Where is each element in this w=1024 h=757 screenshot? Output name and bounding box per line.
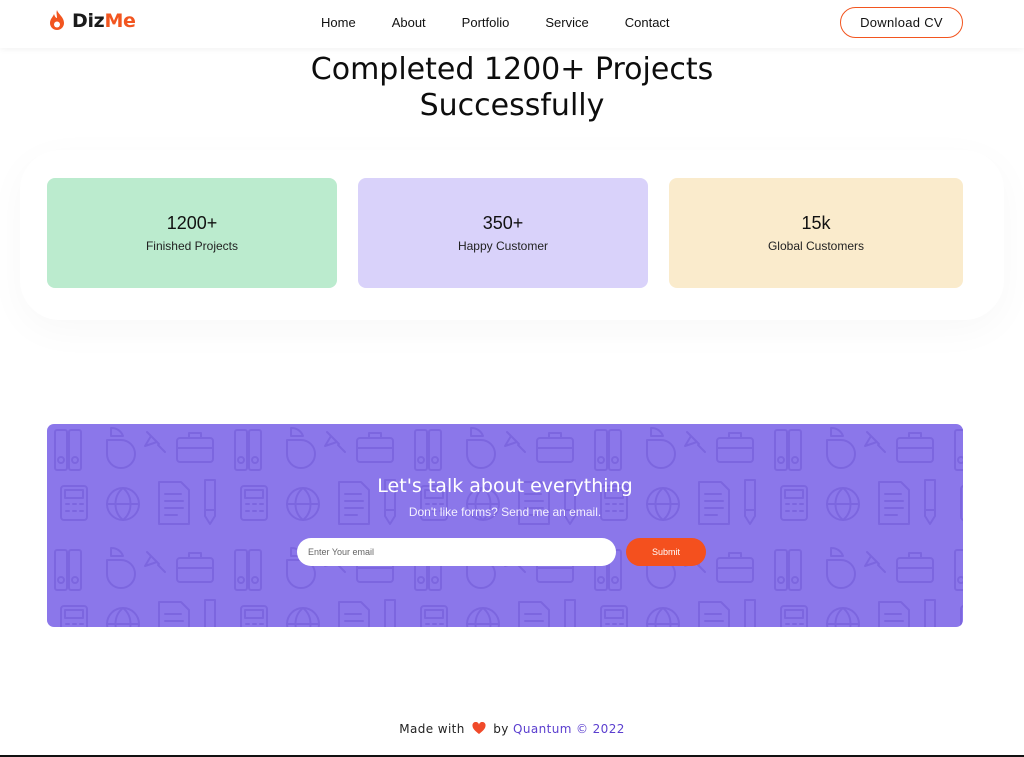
- stat-card-finished-projects: 1200+ Finished Projects: [47, 178, 337, 288]
- stat-label: Finished Projects: [145, 239, 239, 253]
- page-title-line-2: Successfully: [419, 88, 605, 123]
- footer-made-with: Made with: [399, 722, 465, 736]
- site-header: DizMe Home About Portfolio Service Conta…: [0, 0, 1024, 48]
- stat-label: Global Customers: [767, 239, 865, 253]
- nav-service[interactable]: Service: [545, 15, 588, 30]
- footer-brand-link[interactable]: Quantum: [513, 722, 572, 736]
- nav-portfolio[interactable]: Portfolio: [462, 15, 510, 30]
- nav-about[interactable]: About: [392, 15, 426, 30]
- main-nav: Home About Portfolio Service Contact: [321, 15, 670, 30]
- page-title-line-1: Completed 1200+ Projects: [310, 52, 714, 87]
- logo-text-accent: Me: [104, 10, 136, 32]
- stat-label: Happy Customer: [457, 239, 549, 253]
- stat-card-happy-customer: 350+ Happy Customer: [358, 178, 648, 288]
- contact-title: Let's talk about everything: [377, 475, 633, 497]
- stat-value: 1200+: [166, 213, 218, 233]
- doodle-pattern-background: [47, 424, 963, 627]
- nav-home[interactable]: Home: [321, 15, 356, 30]
- footer-copyright: © 2022: [576, 722, 625, 736]
- logo-text-dark: Diz: [72, 10, 105, 32]
- submit-button[interactable]: Submit: [626, 538, 706, 566]
- contact-subtitle: Don't like forms? Send me an email.: [408, 505, 602, 519]
- stat-card-global-customers: 15k Global Customers: [669, 178, 963, 288]
- contact-banner: Let's talk about everything Don't like f…: [47, 424, 963, 627]
- download-cv-button[interactable]: Download CV: [840, 7, 963, 38]
- email-input[interactable]: [297, 538, 616, 566]
- logo[interactable]: DizMe: [47, 9, 136, 33]
- heart-icon: [472, 722, 486, 734]
- logo-text: DizMe: [72, 10, 136, 32]
- logo-flame-icon: [50, 10, 64, 30]
- stat-value: 15k: [801, 213, 831, 233]
- footer: Made with by Quantum © 2022: [0, 722, 1024, 736]
- nav-contact[interactable]: Contact: [625, 15, 670, 30]
- stat-value: 350+: [482, 213, 524, 233]
- footer-by: by: [493, 722, 509, 736]
- page-title: Completed 1200+ Projects Successfully: [0, 52, 1024, 124]
